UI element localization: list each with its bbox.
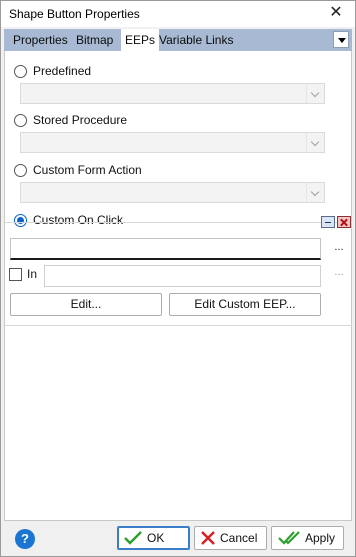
tab-bitmap[interactable]: Bitmap <box>72 29 117 51</box>
predefined-label: Predefined <box>33 64 92 78</box>
custom-on-click-option[interactable]: Custom On Click <box>14 212 123 228</box>
chevron-down-icon[interactable] <box>306 84 324 103</box>
custom-on-click-field[interactable] <box>10 238 321 260</box>
tab-eeps[interactable]: EEPs <box>121 29 160 52</box>
ok-button[interactable]: OK <box>117 526 190 550</box>
in-field[interactable] <box>44 265 321 287</box>
cancel-x-icon <box>201 531 215 545</box>
custom-on-click-radio[interactable] <box>14 213 27 227</box>
dialog-window: Shape Button Properties ✕ Properties Bit… <box>0 0 356 557</box>
divider <box>5 222 352 223</box>
stored-procedure-option[interactable]: Stored Procedure <box>14 112 127 128</box>
minimize-icon[interactable] <box>321 216 335 228</box>
close-icon[interactable] <box>337 216 351 228</box>
close-icon[interactable]: ✕ <box>327 4 345 22</box>
predefined-radio[interactable] <box>14 64 27 78</box>
title-bar: Shape Button Properties ✕ <box>1 1 355 27</box>
custom-form-action-select[interactable] <box>20 182 325 203</box>
window-title: Shape Button Properties <box>9 7 140 21</box>
predefined-option[interactable]: Predefined <box>14 63 91 79</box>
tab-strip: Properties Bitmap EEPs Variable Links <box>4 29 352 52</box>
predefined-select[interactable] <box>20 83 325 104</box>
tab-properties[interactable]: Properties <box>9 29 72 51</box>
in-browse-button[interactable]: ... <box>332 267 346 281</box>
custom-form-action-label: Custom Form Action <box>33 163 142 177</box>
apply-button[interactable]: Apply <box>271 526 344 550</box>
custom-form-action-option[interactable]: Custom Form Action <box>14 162 142 178</box>
cancel-button[interactable]: Cancel <box>194 526 267 550</box>
stored-procedure-radio[interactable] <box>14 113 27 127</box>
check-icon <box>124 531 142 545</box>
ok-button-label: OK <box>147 531 165 545</box>
in-option[interactable]: In <box>9 267 37 281</box>
custom-on-click-browse-button[interactable]: ... <box>332 242 346 256</box>
stored-procedure-select[interactable] <box>20 132 325 153</box>
double-check-icon <box>278 531 300 545</box>
stored-procedure-label: Stored Procedure <box>33 113 128 127</box>
dialog-footer: ? OK Cancel Apply <box>1 521 355 556</box>
custom-on-click-label: Custom On Click <box>33 213 124 227</box>
chevron-down-icon[interactable] <box>306 133 324 152</box>
in-checkbox[interactable] <box>9 267 22 281</box>
edit-button[interactable]: Edit... <box>10 293 162 316</box>
chevron-down-icon[interactable] <box>306 183 324 202</box>
in-label: In <box>27 267 38 281</box>
eeps-panel: Predefined Stored Procedure Custom Form … <box>4 51 352 521</box>
divider <box>5 325 352 326</box>
tab-overflow-dropdown-button[interactable] <box>333 31 349 48</box>
help-icon[interactable]: ? <box>15 529 35 549</box>
custom-form-action-radio[interactable] <box>14 163 27 177</box>
tab-variable-links[interactable]: Variable Links <box>155 29 237 51</box>
cancel-button-label: Cancel <box>220 531 258 545</box>
apply-button-label: Apply <box>305 531 336 545</box>
edit-custom-eep-button[interactable]: Edit Custom EEP... <box>169 293 321 316</box>
